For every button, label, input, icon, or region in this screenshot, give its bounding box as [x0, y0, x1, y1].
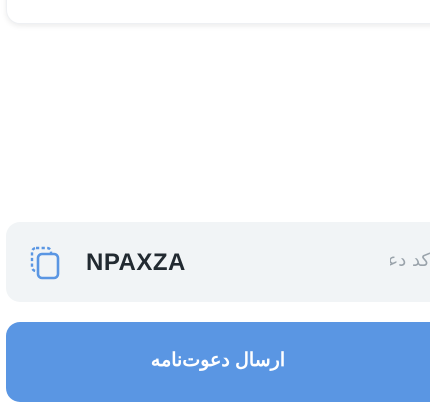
- copy-icon[interactable]: [26, 243, 66, 283]
- send-invitation-button[interactable]: ارسال دعوت‌نامه: [6, 322, 430, 402]
- invite-code: NPAXZA: [86, 249, 186, 276]
- invite-friends-screen: NPAXZA کد دعوت شما ارسال دعوت‌نامه: [0, 0, 430, 410]
- invite-code-box: [6, 222, 430, 302]
- top-card: [6, 0, 430, 24]
- send-invitation-label: ارسال دعوت‌نامه: [150, 350, 286, 371]
- invite-code-label: کد دعوت شما: [390, 250, 430, 271]
